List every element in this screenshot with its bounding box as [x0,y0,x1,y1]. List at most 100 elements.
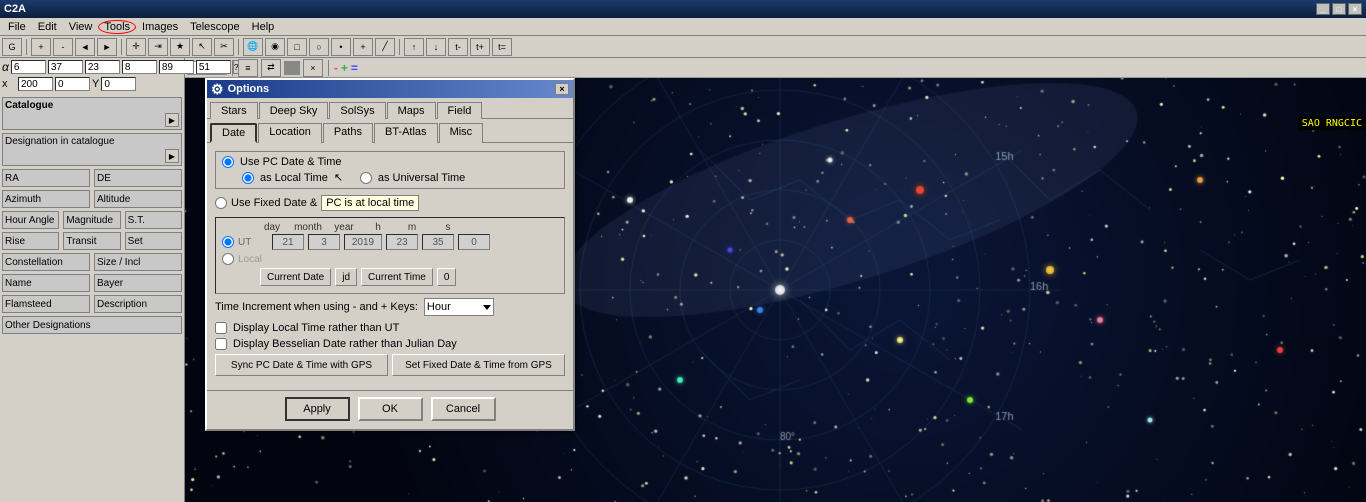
tool-btn-up[interactable]: ↑ [404,38,424,56]
set-label: Set [128,236,143,247]
apply-button[interactable]: Apply [285,397,350,421]
ut-radio[interactable] [360,172,372,184]
tooltip-box: PC is at local time [321,195,419,211]
time-increment-dropdown[interactable]: Hour [424,298,494,316]
alpha-symbol: α [2,60,9,74]
tool-btn-cursor[interactable]: ↖ [192,38,212,56]
x-input-2[interactable] [55,77,90,91]
tool-btn-line[interactable]: ╱ [375,38,395,56]
alpha-h-input[interactable] [11,60,46,74]
tool-btn-prev[interactable]: ◄ [75,38,95,56]
tool-btn-t1[interactable]: t- [448,38,468,56]
jd-button[interactable]: jd [335,268,357,286]
time-increment-label: Time Increment when using - and + Keys: [215,301,418,313]
tab-bt-atlas[interactable]: BT-Atlas [374,123,438,143]
tool-btn-globe[interactable]: 🌐 [243,38,263,56]
cancel-button[interactable]: Cancel [431,397,496,421]
tool-btn-zoom-out[interactable]: - [53,38,73,56]
sync-gps-button[interactable]: Sync PC Date & Time with GPS [215,354,388,376]
tool-btn-plus[interactable]: + [353,38,373,56]
tool-btn-map[interactable]: ◉ [265,38,285,56]
tab-deep-sky[interactable]: Deep Sky [259,102,329,119]
tab-maps[interactable]: Maps [387,102,436,119]
menu-view[interactable]: View [63,20,99,34]
current-time-button[interactable]: Current Time [361,268,433,286]
tool-btn-star[interactable]: ★ [170,38,190,56]
ut-row-radio[interactable] [222,236,234,248]
alpha-s1-input[interactable] [85,60,120,74]
x-input-1[interactable] [18,77,53,91]
tool-btn-dot[interactable]: • [331,38,351,56]
catalogue-btn[interactable]: ▶ [165,113,179,127]
date-button-row: Current Date jd Current Time 0 [222,268,558,286]
local-row-label: Local [238,254,268,265]
tab-stars[interactable]: Stars [210,102,258,119]
current-date-button[interactable]: Current Date [260,268,331,286]
local-row-radio[interactable] [222,253,234,265]
tool-btn-t3[interactable]: t= [492,38,512,56]
tab-paths[interactable]: Paths [323,123,373,143]
ra-de-row: RA DE [2,169,182,187]
designation-section: Designation in catalogue ▶ [2,133,182,166]
dialog-close-button[interactable]: × [555,83,569,95]
y-input[interactable] [101,77,136,91]
month-input[interactable] [308,234,340,250]
tool-btn-tab[interactable]: ⇥ [148,38,168,56]
tab-solsys[interactable]: SolSys [329,102,385,119]
use-pc-date-radio[interactable] [222,156,234,168]
zero-button[interactable]: 0 [437,268,457,286]
alpha-m-input[interactable] [48,60,83,74]
pc-date-group: Use PC Date & Time as Local Time ↖ as Un… [215,151,565,189]
menu-help[interactable]: Help [246,20,281,34]
tab-field[interactable]: Field [437,102,483,119]
tool-btn-down[interactable]: ↓ [426,38,446,56]
besselian-checkbox-label: Display Besselian Date rather than Julia… [233,338,457,350]
tool-btn-cut[interactable]: ✂ [214,38,234,56]
date-time-fields: day month year h m s UT [215,217,565,294]
toolbar-main: G + - ◄ ► ✛ ⇥ ★ ↖ ✂ 🌐 ◉ □ ○ • + ╱ ↑ ↓ t-… [0,36,1366,58]
menu-edit[interactable]: Edit [32,20,63,34]
tab-location[interactable]: Location [258,123,322,143]
tab-misc[interactable]: Misc [439,123,484,143]
ha-mag-row: Hour Angle Magnitude S.T. [2,211,182,229]
close-button[interactable]: × [1348,3,1362,15]
s-input[interactable] [458,234,490,250]
tool-btn-cross[interactable]: ✛ [126,38,146,56]
tool-btn-rect[interactable]: □ [287,38,307,56]
menu-telescope[interactable]: Telescope [184,20,246,34]
toolbar-sep-2 [121,39,122,55]
magnitude-label: Magnitude [66,215,113,226]
set-fixed-gps-button[interactable]: Set Fixed Date & Time from GPS [392,354,565,376]
tab-date[interactable]: Date [210,123,257,143]
tool-btn-circle[interactable]: ○ [309,38,329,56]
azimuth-label: Azimuth [5,194,41,205]
dialog-tab-row-2: Date Location Paths BT-Atlas Misc [207,119,573,143]
ok-button[interactable]: OK [358,397,423,421]
h-input[interactable] [386,234,418,250]
s-col-hdr: s [432,222,464,233]
de-label: DE [97,173,111,184]
minimize-button[interactable]: _ [1316,3,1330,15]
alpha-s2-input[interactable] [122,60,157,74]
day-input[interactable] [272,234,304,250]
flamsteed-label: Flamsteed [5,299,52,310]
tool-btn-t2[interactable]: t+ [470,38,490,56]
year-input[interactable] [344,234,382,250]
dialog-footer: Apply OK Cancel [207,390,573,429]
use-fixed-date-label: Use Fixed Date & [231,197,317,209]
maximize-button[interactable]: □ [1332,3,1346,15]
local-time-checkbox[interactable] [215,322,227,334]
besselian-checkbox[interactable] [215,338,227,350]
toolbar-sep-1 [26,39,27,55]
local-time-radio[interactable] [242,172,254,184]
designation-btn[interactable]: ▶ [165,149,179,163]
m-input[interactable] [422,234,454,250]
day-col-hdr: day [256,222,288,233]
menu-file[interactable]: File [2,20,32,34]
tool-btn-next[interactable]: ► [97,38,117,56]
tool-btn-1[interactable]: G [2,38,22,56]
menu-tools[interactable]: Tools [98,20,136,34]
tool-btn-zoom-in[interactable]: + [31,38,51,56]
menu-images[interactable]: Images [136,20,184,34]
use-fixed-date-radio[interactable] [215,197,227,209]
